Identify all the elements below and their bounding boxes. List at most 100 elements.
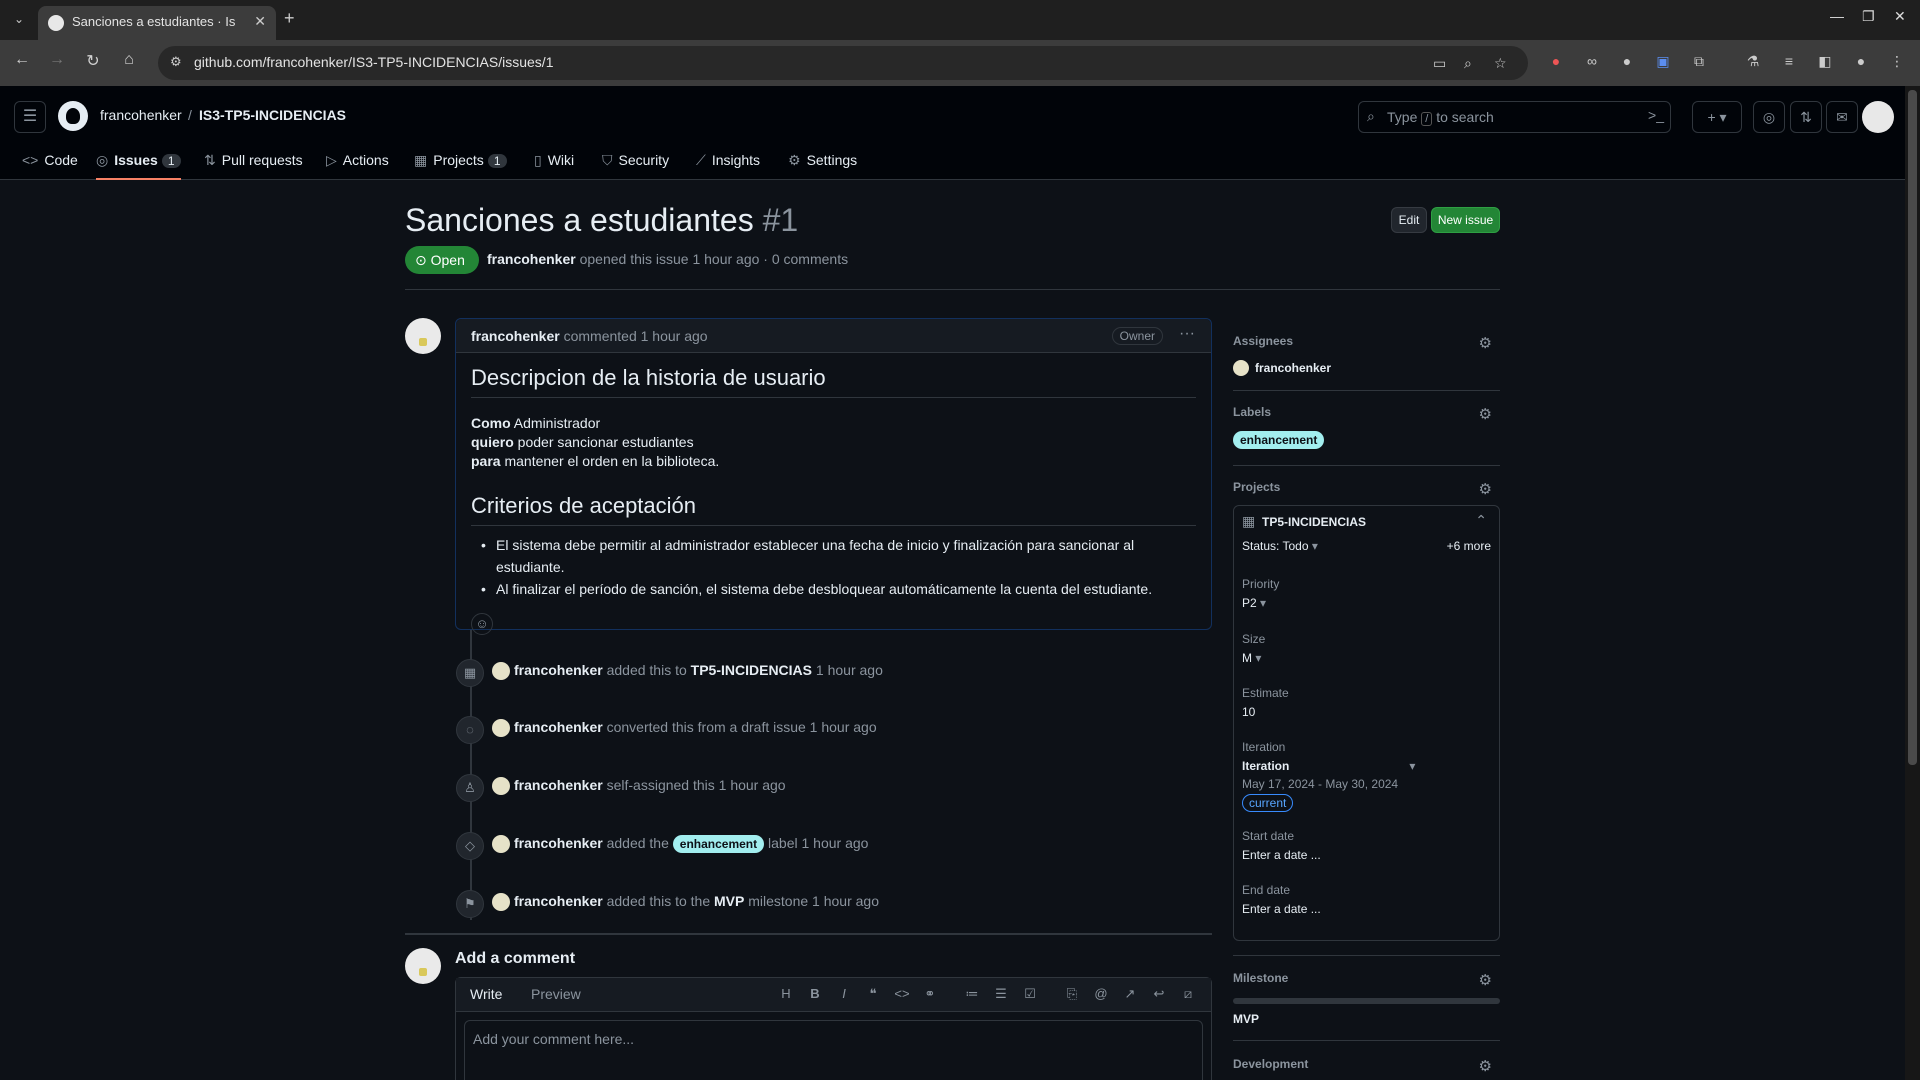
menu-hamburger-icon[interactable]: ☰ <box>14 101 46 133</box>
size-dropdown[interactable]: M ▾ <box>1242 651 1261 665</box>
tab-security[interactable]: ⛉ Security <box>602 146 669 180</box>
project-name[interactable]: TP5-INCIDENCIAS <box>1262 515 1366 529</box>
end-date-input[interactable]: Enter a date ... <box>1242 902 1321 916</box>
labs-flask-icon[interactable]: ⚗ <box>1743 53 1763 73</box>
pull-requests-icon[interactable]: ⇅ <box>1790 101 1822 133</box>
edit-button[interactable]: Edit <box>1391 207 1427 233</box>
label-enhancement[interactable]: enhancement <box>1233 431 1325 449</box>
label-enhancement[interactable]: enhancement <box>672 835 765 853</box>
event-actor[interactable]: francohenker <box>514 777 603 793</box>
avatar[interactable] <box>492 662 510 680</box>
code-icon[interactable]: <> <box>892 986 912 1001</box>
tab-issues[interactable]: ◎ Issues 1 <box>96 146 181 180</box>
user-avatar[interactable] <box>1862 101 1894 133</box>
reload-icon[interactable]: ↻ <box>81 51 105 71</box>
side-panel-icon[interactable]: ◧ <box>1815 53 1835 73</box>
avatar[interactable] <box>492 719 510 737</box>
collapse-chevron-icon[interactable]: ⌃ <box>1475 512 1487 529</box>
tab-preview[interactable]: Preview <box>531 986 581 1002</box>
kebab-menu-icon[interactable]: ··· <box>1179 325 1195 343</box>
breadcrumb-owner[interactable]: francohenker <box>100 107 182 123</box>
italic-icon[interactable]: I <box>834 986 854 1001</box>
tab-close-icon[interactable]: ✕ <box>254 13 266 30</box>
issue-author-link[interactable]: francohenker <box>487 251 576 267</box>
search-input[interactable]: ⌕ Type / to search >_ <box>1358 101 1671 133</box>
window-close-icon[interactable]: ✕ <box>1894 8 1906 25</box>
status-dropdown[interactable]: Status: Todo ▾ <box>1242 539 1318 553</box>
tab-wiki[interactable]: ▯ Wiki <box>534 146 574 180</box>
unordered-list-icon[interactable]: ☰ <box>991 986 1011 1002</box>
quote-icon[interactable]: ❝ <box>863 986 883 1002</box>
chrome-menu-icon[interactable]: ⋮ <box>1887 53 1907 73</box>
scrollbar-thumb[interactable] <box>1908 90 1917 765</box>
breadcrumb-repo[interactable]: IS3-TP5-INCIDENCIAS <box>199 107 346 123</box>
forward-icon[interactable]: → <box>45 51 69 69</box>
new-issue-button[interactable]: New issue <box>1431 207 1500 233</box>
attach-icon[interactable]: ⎘ <box>1062 986 1082 1002</box>
labels-gear-icon[interactable]: ⚙ <box>1479 405 1492 423</box>
event-actor[interactable]: francohenker <box>514 893 603 909</box>
bold-icon[interactable]: B <box>805 986 825 1001</box>
slash-command-icon[interactable]: ⧄ <box>1178 986 1198 1002</box>
task-list-icon[interactable]: ☑ <box>1020 986 1040 1002</box>
site-info-icon[interactable]: ⚙ <box>170 54 182 70</box>
extension-circle-icon[interactable]: ● <box>1617 53 1637 73</box>
avatar[interactable] <box>492 893 510 911</box>
milestone-gear-icon[interactable]: ⚙ <box>1479 971 1492 989</box>
estimate-input[interactable]: 10 <box>1242 705 1255 719</box>
saved-reply-icon[interactable]: ↩ <box>1149 986 1169 1002</box>
event-milestone-link[interactable]: MVP <box>714 893 744 909</box>
browser-tab[interactable]: Sanciones a estudiantes · Is ✕ <box>38 6 276 40</box>
translate-icon[interactable]: ▣ <box>1653 53 1673 73</box>
home-icon[interactable]: ⌂ <box>117 51 141 69</box>
tab-projects[interactable]: ▦ Projects 1 <box>414 146 507 180</box>
link-icon[interactable]: ⚭ <box>920 986 940 1002</box>
extension-glasses-icon[interactable]: ∞ <box>1582 53 1602 73</box>
tab-code[interactable]: <> Code <box>22 146 78 180</box>
mention-icon[interactable]: @ <box>1091 986 1111 1001</box>
avatar[interactable] <box>492 835 510 853</box>
event-actor[interactable]: francohenker <box>514 719 603 735</box>
ordered-list-icon[interactable]: ≔ <box>962 986 982 1002</box>
iteration-dropdown[interactable]: Iteration ▾ <box>1242 759 1415 773</box>
tab-search-icon[interactable]: ⌄ <box>8 8 30 30</box>
milestone-name[interactable]: MVP <box>1233 1012 1500 1026</box>
tab-pull-requests[interactable]: ⇅ Pull requests <box>204 146 303 180</box>
bookmark-star-icon[interactable]: ☆ <box>1494 55 1507 72</box>
url-text[interactable]: github.com/francohenker/IS3-TP5-INCIDENC… <box>194 54 553 70</box>
command-palette-icon[interactable]: >_ <box>1648 107 1664 123</box>
new-tab-icon[interactable]: + <box>284 8 295 29</box>
event-actor[interactable]: francohenker <box>514 835 603 851</box>
add-reaction-icon[interactable]: ☺ <box>471 613 493 635</box>
assignees-gear-icon[interactable]: ⚙ <box>1479 334 1492 352</box>
heading-icon[interactable]: H <box>776 986 796 1001</box>
install-icon[interactable]: ▭ <box>1433 55 1446 72</box>
address-bar[interactable]: ⚙ github.com/francohenker/IS3-TP5-INCIDE… <box>158 46 1528 80</box>
zoom-icon[interactable]: ⌕ <box>1464 55 1472 72</box>
tab-write[interactable]: Write <box>470 986 502 1002</box>
assignee-item[interactable]: francohenker <box>1233 360 1500 376</box>
page-scrollbar[interactable] <box>1905 86 1920 1080</box>
more-fields-link[interactable]: +6 more <box>1447 539 1491 553</box>
tab-settings[interactable]: ⚙ Settings <box>788 146 857 180</box>
comment-author-link[interactable]: francohenker <box>471 328 560 344</box>
profile-icon[interactable]: ● <box>1851 53 1871 73</box>
comment-textarea[interactable]: Add your comment here... <box>464 1020 1203 1080</box>
comment-author-avatar[interactable] <box>405 318 441 354</box>
minimize-icon[interactable]: — <box>1830 8 1844 24</box>
tab-actions[interactable]: ▷ Actions <box>326 146 389 180</box>
priority-dropdown[interactable]: P2 ▾ <box>1242 596 1266 610</box>
restore-icon[interactable]: ❐ <box>1862 8 1875 25</box>
extension-badge-icon[interactable]: ● <box>1546 53 1566 73</box>
media-icon[interactable]: ≡ <box>1779 53 1799 73</box>
create-new-button[interactable]: + ▾ <box>1692 101 1742 133</box>
extensions-puzzle-icon[interactable]: ⧉ <box>1689 53 1709 73</box>
development-gear-icon[interactable]: ⚙ <box>1479 1057 1492 1075</box>
tab-insights[interactable]: ⟋ Insights <box>696 146 760 180</box>
back-icon[interactable]: ← <box>10 51 34 69</box>
event-project-link[interactable]: TP5-INCIDENCIAS <box>691 662 812 678</box>
issues-icon[interactable]: ◎ <box>1753 101 1785 133</box>
start-date-input[interactable]: Enter a date ... <box>1242 848 1321 862</box>
avatar[interactable] <box>492 777 510 795</box>
event-actor[interactable]: francohenker <box>514 662 603 678</box>
